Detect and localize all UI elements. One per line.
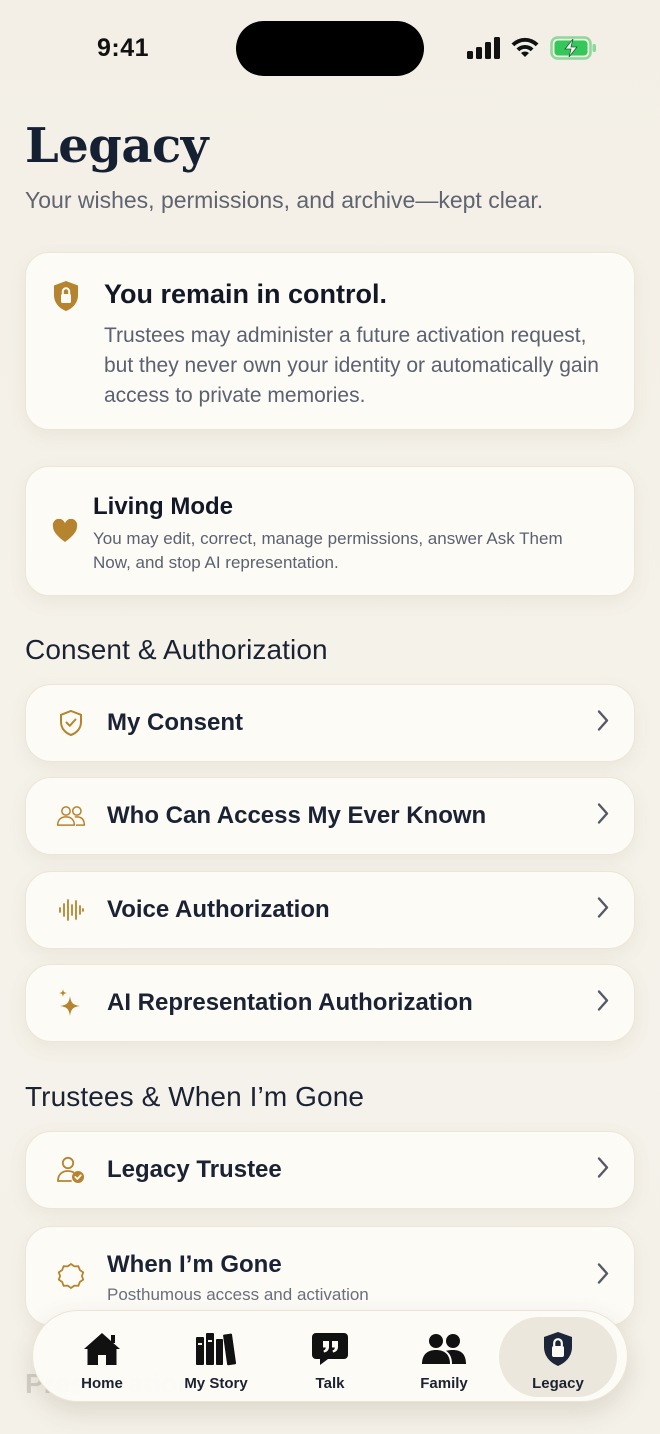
battery-charging-icon [550, 36, 596, 60]
heart-icon [52, 518, 78, 548]
tab-label: Family [420, 1375, 468, 1392]
sparkles-icon [56, 988, 86, 1018]
people-icon [56, 801, 86, 831]
tab-my-story[interactable]: My Story [157, 1317, 275, 1397]
row-sublabel: Posthumous access and activation [107, 1285, 369, 1304]
row-ai-representation[interactable]: AI Representation Authorization [25, 964, 635, 1042]
control-card-text: Trustees may administer a future activat… [104, 324, 599, 407]
row-label: AI Representation Authorization [107, 989, 473, 1016]
living-mode-text: You may edit, correct, manage permission… [93, 529, 563, 572]
quote-bubble-icon [310, 1329, 350, 1369]
tab-label: Home [81, 1375, 123, 1392]
section-heading-consent: Consent & Authorization [25, 634, 328, 665]
row-label: Voice Authorization [107, 896, 330, 923]
status-icons [466, 36, 598, 60]
chevron-right-icon [596, 990, 610, 1017]
tab-label: Legacy [532, 1375, 584, 1392]
books-icon [194, 1329, 238, 1369]
row-label: My Consent [107, 709, 244, 736]
chevron-right-icon [596, 710, 610, 737]
section-heading-trustees: Trustees & When I’m Gone [25, 1081, 365, 1112]
tab-legacy[interactable]: Legacy [499, 1317, 617, 1397]
tab-home[interactable]: Home [43, 1317, 161, 1397]
control-card-title: You remain in control. [104, 279, 388, 309]
house-icon [82, 1329, 122, 1369]
seal-icon [56, 1261, 86, 1291]
person-badge-icon [56, 1155, 86, 1185]
chevron-right-icon [596, 803, 610, 830]
row-who-can-access[interactable]: Who Can Access My Ever Known [25, 777, 635, 855]
waveform-icon [56, 895, 86, 925]
row-label: When I’m Gone [107, 1251, 282, 1278]
chevron-right-icon [596, 1157, 610, 1184]
control-card: You remain in control. Trustees may admi… [25, 252, 635, 430]
wifi-icon [511, 37, 539, 57]
shield-lock-icon [52, 280, 80, 317]
living-mode-title: Living Mode [93, 493, 233, 520]
row-voice-authorization[interactable]: Voice Authorization [25, 871, 635, 949]
cellular-signal-icon [467, 37, 500, 59]
tab-label: My Story [184, 1375, 248, 1392]
tab-talk[interactable]: Talk [271, 1317, 389, 1397]
page-subtitle: Your wishes, permissions, and archive—ke… [25, 187, 544, 213]
page-title: Legacy [25, 118, 209, 174]
row-legacy-trustee[interactable]: Legacy Trustee [25, 1131, 635, 1209]
row-my-consent[interactable]: My Consent [25, 684, 635, 762]
status-time: 9:41 [97, 34, 150, 62]
lock-icon [542, 1329, 574, 1369]
dynamic-island [236, 21, 424, 76]
row-label: Who Can Access My Ever Known [107, 802, 487, 829]
family-icon [420, 1329, 468, 1369]
row-label: Legacy Trustee [107, 1156, 282, 1183]
tab-label: Talk [315, 1375, 345, 1392]
tab-bar: Home My Story Talk Family Legacy [32, 1310, 628, 1402]
chevron-right-icon [596, 897, 610, 924]
status-bar: 9:41 [0, 0, 660, 100]
shield-check-icon [56, 708, 86, 738]
chevron-right-icon [596, 1263, 610, 1290]
tab-family[interactable]: Family [385, 1317, 503, 1397]
living-mode-card[interactable]: Living Mode You may edit, correct, manag… [25, 466, 635, 596]
